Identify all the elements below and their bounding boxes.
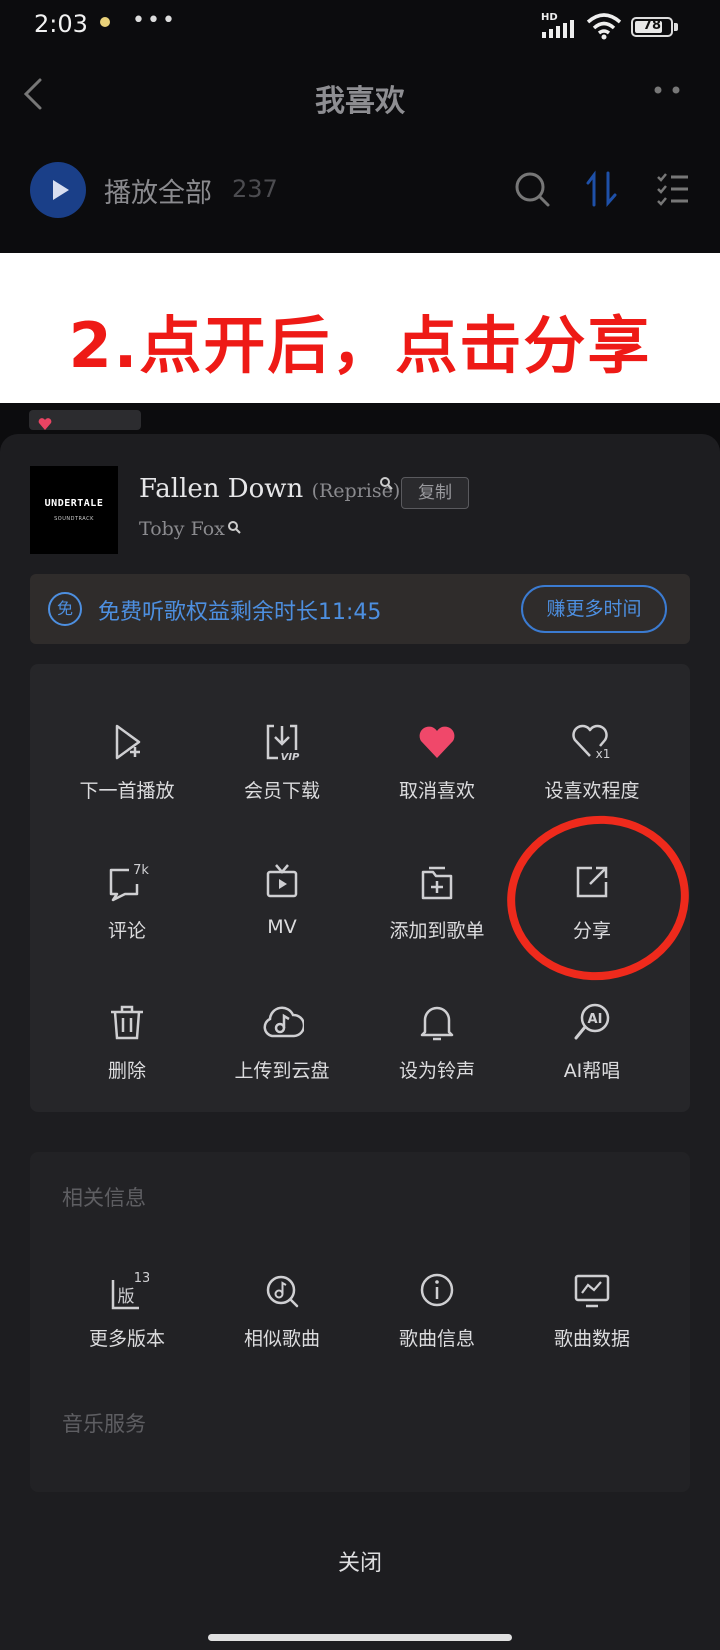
info-label: 歌曲数据 bbox=[553, 1328, 630, 1350]
action-vip-download[interactable]: VIP 会员下载 bbox=[207, 720, 357, 820]
close-button[interactable]: 关闭 bbox=[0, 1524, 720, 1604]
more-icon[interactable] bbox=[652, 84, 684, 96]
heart-level-icon: x1 bbox=[572, 724, 611, 761]
action-mv[interactable]: MV bbox=[207, 860, 357, 960]
similar-songs-icon bbox=[266, 1275, 299, 1308]
versions-glyph: 版 bbox=[118, 1287, 135, 1307]
action-label: 下一首播放 bbox=[79, 780, 175, 802]
battery-level: 78 bbox=[642, 18, 662, 33]
battery-cap bbox=[674, 23, 678, 31]
ai-badge: AI bbox=[588, 1012, 603, 1027]
action-play-next[interactable]: 下一首播放 bbox=[52, 720, 202, 820]
action-label: 添加到歌单 bbox=[389, 920, 485, 942]
instruction-banner: 2.点开后，点击分享 bbox=[0, 253, 720, 403]
sort-icon[interactable] bbox=[584, 169, 620, 209]
info-icon bbox=[420, 1273, 454, 1307]
title-search-icon[interactable] bbox=[379, 476, 393, 490]
list-manage-icon[interactable] bbox=[656, 171, 690, 207]
action-label: 评论 bbox=[107, 920, 146, 942]
page-title: 我喜欢 bbox=[315, 84, 405, 119]
versions-count-badge: 13 bbox=[134, 1271, 149, 1286]
play-next-icon bbox=[115, 724, 141, 760]
related-info-title: 相关信息 bbox=[62, 1186, 146, 1210]
trash-icon bbox=[111, 1005, 143, 1040]
song-title: Fallen Down (Reprise) bbox=[139, 474, 400, 504]
action-delete[interactable]: 删除 bbox=[52, 1000, 202, 1100]
add-to-playlist-icon bbox=[421, 866, 453, 900]
heart-icon bbox=[38, 418, 52, 430]
action-label: 取消喜欢 bbox=[398, 780, 475, 802]
song-title-text: Fallen Down bbox=[139, 474, 304, 504]
info-song-info[interactable]: 歌曲信息 bbox=[362, 1268, 512, 1368]
bell-icon bbox=[420, 1006, 454, 1041]
home-indicator[interactable] bbox=[208, 1634, 512, 1641]
info-more-versions[interactable]: 版 13 更多版本 bbox=[52, 1268, 202, 1368]
info-similar-songs[interactable]: 相似歌曲 bbox=[207, 1268, 357, 1368]
comment-icon: 7k bbox=[109, 863, 149, 902]
free-listening-bar: 免 免费听歌权益剩余时长11:45 赚更多时间 bbox=[30, 574, 690, 644]
album-art: UNDERTALE SOUNDTRACK bbox=[30, 466, 118, 554]
play-all-button[interactable] bbox=[30, 162, 86, 218]
action-unlike[interactable]: 取消喜欢 bbox=[362, 720, 512, 820]
artist-name[interactable]: Toby Fox bbox=[139, 518, 225, 540]
play-all-label[interactable]: 播放全部 bbox=[104, 171, 212, 210]
action-label: 删除 bbox=[107, 1060, 146, 1082]
info-song-data[interactable]: 歌曲数据 bbox=[517, 1268, 667, 1368]
action-ai-sing[interactable]: AI AI帮唱 bbox=[517, 1000, 667, 1100]
related-info-panel: 相关信息 版 13 更多版本 相似歌曲 歌曲信息 歌曲数据 音乐服务 bbox=[30, 1152, 690, 1492]
action-comment[interactable]: 7k 评论 bbox=[52, 860, 202, 960]
action-like-level[interactable]: x1 设喜欢程度 bbox=[517, 720, 667, 820]
action-label: 设喜欢程度 bbox=[544, 780, 640, 802]
action-set-ringtone[interactable]: 设为铃声 bbox=[362, 1000, 512, 1100]
instruction-text: 2.点开后，点击分享 bbox=[68, 309, 652, 382]
signal-icon bbox=[542, 20, 574, 38]
info-label: 歌曲信息 bbox=[398, 1328, 475, 1350]
song-options-sheet: UNDERTALE SOUNDTRACK Fallen Down (Repris… bbox=[0, 434, 720, 1650]
status-time: 2:03 bbox=[34, 10, 88, 38]
action-label: AI帮唱 bbox=[563, 1060, 621, 1082]
info-label: 更多版本 bbox=[88, 1328, 165, 1350]
action-label: 会员下载 bbox=[243, 780, 320, 802]
action-add-to-playlist[interactable]: 添加到歌单 bbox=[362, 860, 512, 960]
action-upload-cloud[interactable]: 上传到云盘 bbox=[207, 1000, 357, 1100]
song-header: UNDERTALE SOUNDTRACK Fallen Down (Repris… bbox=[0, 434, 720, 568]
nav-bar: 我喜欢 bbox=[0, 60, 720, 130]
action-label: 设为铃声 bbox=[398, 1060, 475, 1082]
earn-more-time-button[interactable]: 赚更多时间 bbox=[521, 585, 667, 633]
cloud-upload-icon bbox=[263, 1006, 304, 1038]
like-level-badge: x1 bbox=[596, 747, 611, 761]
song-count: 237 bbox=[232, 175, 278, 203]
search-icon[interactable] bbox=[512, 169, 552, 209]
notification-icon bbox=[100, 17, 110, 27]
song-data-icon bbox=[574, 1274, 610, 1308]
action-label: MV bbox=[267, 916, 297, 938]
artist-search-icon[interactable] bbox=[227, 520, 241, 534]
versions-icon: 版 13 bbox=[111, 1271, 149, 1310]
ai-sing-icon: AI bbox=[574, 1003, 610, 1040]
comment-count-badge: 7k bbox=[133, 863, 149, 878]
status-bar: 2:03 ••• HD 78 bbox=[0, 0, 720, 50]
vip-download-icon: VIP bbox=[266, 724, 302, 763]
free-icon: 免 bbox=[48, 592, 82, 626]
album-art-title: UNDERTALE bbox=[44, 498, 104, 509]
action-label: 上传到云盘 bbox=[234, 1060, 330, 1082]
wifi-icon bbox=[586, 13, 622, 40]
info-label: 相似歌曲 bbox=[243, 1328, 320, 1350]
album-art-subtitle: SOUNDTRACK bbox=[54, 516, 94, 522]
mv-icon bbox=[266, 864, 298, 898]
vip-badge: VIP bbox=[281, 752, 300, 763]
heart-filled-icon bbox=[419, 726, 455, 758]
play-all-row: 播放全部 237 bbox=[0, 155, 720, 225]
battery-icon: 78 bbox=[631, 17, 673, 37]
music-service-title: 音乐服务 bbox=[62, 1412, 146, 1436]
copy-button[interactable]: 复制 bbox=[401, 477, 469, 509]
free-listening-text: 免费听歌权益剩余时长11:45 bbox=[98, 600, 382, 625]
more-notifications-icon: ••• bbox=[132, 8, 177, 33]
